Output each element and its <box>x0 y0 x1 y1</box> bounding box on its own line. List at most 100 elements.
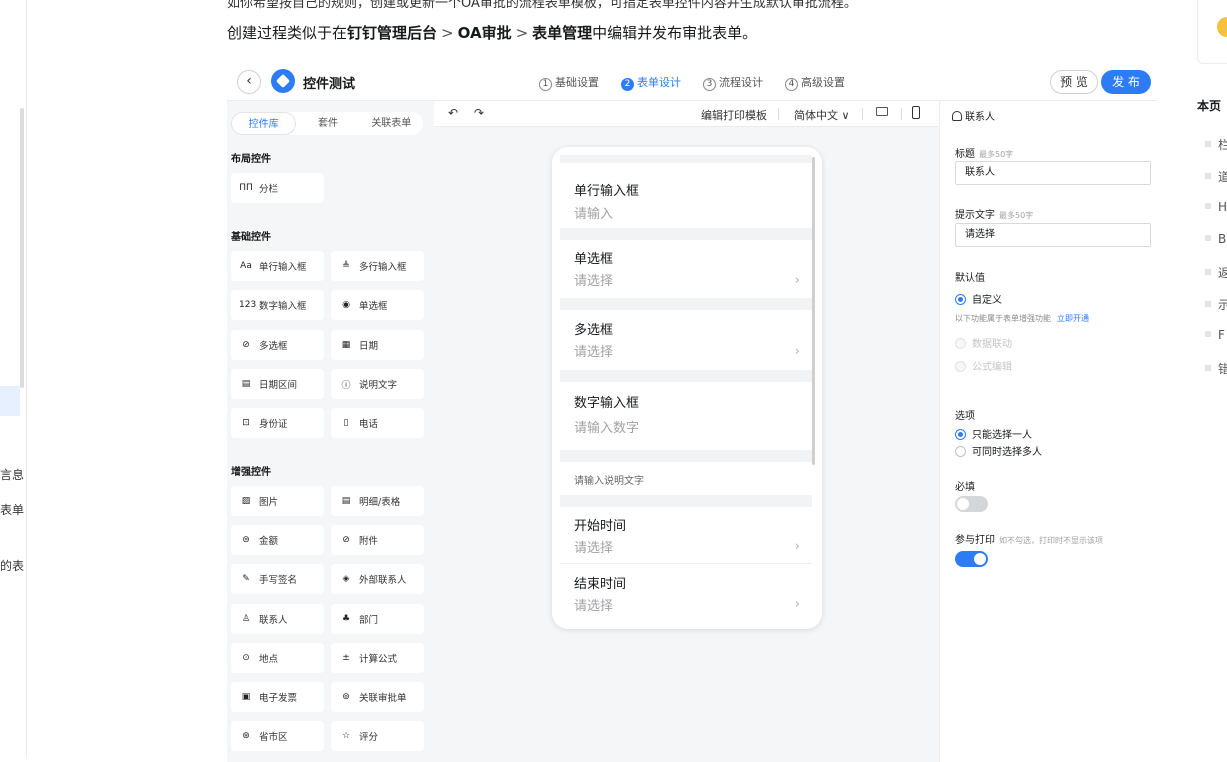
widget-signature[interactable]: ✎ 手写签名 <box>231 564 324 594</box>
field-label: 单选框 <box>574 252 614 267</box>
widget-single-line-input[interactable]: Aa 单行输入框 <box>231 251 324 281</box>
multiline-icon: ≜ <box>342 261 350 271</box>
radio-custom-default[interactable]: 自定义 <box>955 291 1002 306</box>
field-placeholder: 请输入数字 <box>574 421 640 436</box>
field-single-line-input[interactable]: 单行输入框 请输入 <box>560 163 812 233</box>
publish-button[interactable]: 发 布 <box>1101 70 1151 94</box>
desktop-view-icon[interactable] <box>876 107 888 116</box>
phone-icon: ▯ <box>343 418 349 428</box>
id-card-icon: ⊡ <box>242 418 250 428</box>
title-label: 标题 最多50字 <box>955 149 1014 160</box>
required-toggle[interactable] <box>955 496 988 512</box>
options-label: 选项 <box>955 411 975 422</box>
section-enhanced-widgets: 增强控件 <box>231 467 271 478</box>
step-basic-settings[interactable]: 1 基础设置 <box>539 74 599 91</box>
widget-attachment[interactable]: ⊘ 附件 <box>331 525 424 555</box>
field-gap <box>560 495 812 507</box>
widget-description[interactable]: ⓘ 说明文字 <box>331 369 424 399</box>
step-advanced-settings[interactable]: 4 高级设置 <box>785 74 845 91</box>
step-flow-design[interactable]: 3 流程设计 <box>703 74 763 91</box>
toc-item[interactable]: H <box>1205 200 1227 214</box>
redo-icon[interactable]: ↷ <box>474 106 484 120</box>
field-placeholder: 请选择 <box>574 599 614 614</box>
paperclip-icon: ⊘ <box>342 535 350 545</box>
side-nav-item[interactable]: 的表 <box>0 557 24 574</box>
preview-button[interactable]: 预 览 <box>1050 70 1098 94</box>
widget-rating[interactable]: ☆ 评分 <box>331 721 424 751</box>
field-label: 多选框 <box>574 323 614 338</box>
field-start-time[interactable]: 开始时间 请选择 › <box>560 507 812 563</box>
widget-detail-table[interactable]: ▤ 明细/表格 <box>331 486 424 516</box>
doc-line-suffix: 中编辑并发布审批表单。 <box>592 24 758 42</box>
widget-phone[interactable]: ▯ 电话 <box>331 408 424 438</box>
chevron-right-icon: › <box>794 344 800 359</box>
toc-item[interactable]: F <box>1205 328 1225 342</box>
columns-icon: ΠΠ <box>239 183 253 193</box>
undo-icon[interactable]: ↶ <box>448 106 458 120</box>
toc-item[interactable]: 道 <box>1205 168 1227 185</box>
mobile-view-icon[interactable] <box>912 106 920 119</box>
widget-date-range[interactable]: ▤ 日期区间 <box>231 369 324 399</box>
print-label: 参与打印 如不勾选，打印时不显示该项 <box>955 535 1103 546</box>
edit-print-template-button[interactable]: 编辑打印模板 <box>701 107 767 123</box>
field-checkbox[interactable]: 多选框 请选择 › <box>560 310 812 368</box>
preview-scrollbar[interactable] <box>812 157 815 465</box>
toc-item[interactable]: B <box>1205 232 1226 246</box>
check-circle-icon: ⊘ <box>242 340 250 350</box>
widget-image[interactable]: ▨ 图片 <box>231 486 324 516</box>
field-end-time[interactable]: 结束时间 请选择 › <box>560 563 812 623</box>
widget-date[interactable]: ▦ 日期 <box>331 330 424 360</box>
tab-widget-library[interactable]: 控件库 <box>231 112 297 135</box>
person-icon <box>952 111 962 121</box>
tip-input[interactable]: 请选择 <box>955 223 1151 247</box>
tab-linked-forms[interactable]: 关联表单 <box>360 112 423 135</box>
toc-item[interactable]: 示 <box>1205 296 1227 313</box>
radio-single-person[interactable]: 只能选择一人 <box>955 426 1032 441</box>
tab-kits[interactable]: 套件 <box>296 112 359 135</box>
widget-formula[interactable]: ± 计算公式 <box>331 643 424 673</box>
field-placeholder: 请选择 <box>574 274 614 289</box>
widget-radio[interactable]: ◉ 单选框 <box>331 290 424 320</box>
field-label: 单行输入框 <box>574 184 640 199</box>
widget-columns[interactable]: ΠΠ 分栏 <box>231 173 324 203</box>
widget-department[interactable]: ♣ 部门 <box>331 604 424 634</box>
widget-region[interactable]: ⊛ 省市区 <box>231 721 324 751</box>
toc-item[interactable]: 返 <box>1205 264 1227 281</box>
widget-id-card[interactable]: ⊡ 身份证 <box>231 408 324 438</box>
region-icon: ⊛ <box>242 731 250 741</box>
radio-multiple-people[interactable]: 可同时选择多人 <box>955 443 1042 458</box>
properties-panel: 联系人 标题 最多50字 联系人 提示文字 最多50字 请选择 默认值 自定义 以下… <box>939 100 1157 762</box>
step-form-design[interactable]: 2 表单设计 <box>621 74 681 91</box>
widget-checkbox[interactable]: ⊘ 多选框 <box>231 330 324 360</box>
side-nav-scrollbar[interactable] <box>20 108 24 388</box>
side-nav-item[interactable]: 表单 <box>0 501 24 518</box>
doc-crumb-admin: 钉钉管理后台 <box>347 24 438 42</box>
title-input[interactable]: 联系人 <box>955 161 1151 185</box>
toc-item[interactable]: 栏 <box>1205 136 1227 153</box>
form-canvas: ↶ ↷ 编辑打印模板 简体中文 ∨ 单行输入框 请输入 单选框 请选择 › 多选… <box>434 100 939 762</box>
section-basic-widgets: 基础控件 <box>231 232 271 243</box>
widget-location[interactable]: ⊙ 地点 <box>231 643 324 673</box>
side-nav-selected-item[interactable] <box>0 386 20 416</box>
field-radio[interactable]: 单选框 请选择 › <box>560 240 812 298</box>
field-gap <box>560 370 812 382</box>
page-side-nav: 言息 表单 的表 <box>0 0 27 757</box>
field-number-input[interactable]: 数字输入框 请输入数字 <box>560 382 812 452</box>
mobile-form-preview: 单行输入框 请输入 单选框 请选择 › 多选框 请选择 › 数字输入框 请输入数… <box>552 147 822 629</box>
toc-item[interactable]: 错 <box>1205 360 1227 377</box>
widget-linked-approval[interactable]: ⊚ 关联审批单 <box>331 682 424 712</box>
language-select[interactable]: 简体中文 ∨ <box>794 107 850 123</box>
widget-e-invoice[interactable]: ▣ 电子发票 <box>231 682 324 712</box>
widget-number-input[interactable]: 123 数字输入框 <box>231 290 324 320</box>
side-nav-item[interactable]: 言息 <box>0 466 24 483</box>
widget-contact[interactable]: ♙ 联系人 <box>231 604 324 634</box>
widget-multi-line-input[interactable]: ≜ 多行输入框 <box>331 251 424 281</box>
link-icon: ⊚ <box>342 692 350 702</box>
activate-now-link[interactable]: 立即开通 <box>1057 314 1089 323</box>
doc-intro-text: 如你希望按自己的规则，创建或更新一个OA审批的流程表单模板，可指定表单控件内容并… <box>227 0 857 11</box>
widget-amount[interactable]: ⊜ 金额 <box>231 525 324 555</box>
back-button[interactable]: ‹ <box>237 70 261 94</box>
print-toggle[interactable] <box>955 551 988 567</box>
widget-external-contact[interactable]: ◈ 外部联系人 <box>331 564 424 594</box>
field-description[interactable]: 请输入说明文字 <box>560 462 812 498</box>
